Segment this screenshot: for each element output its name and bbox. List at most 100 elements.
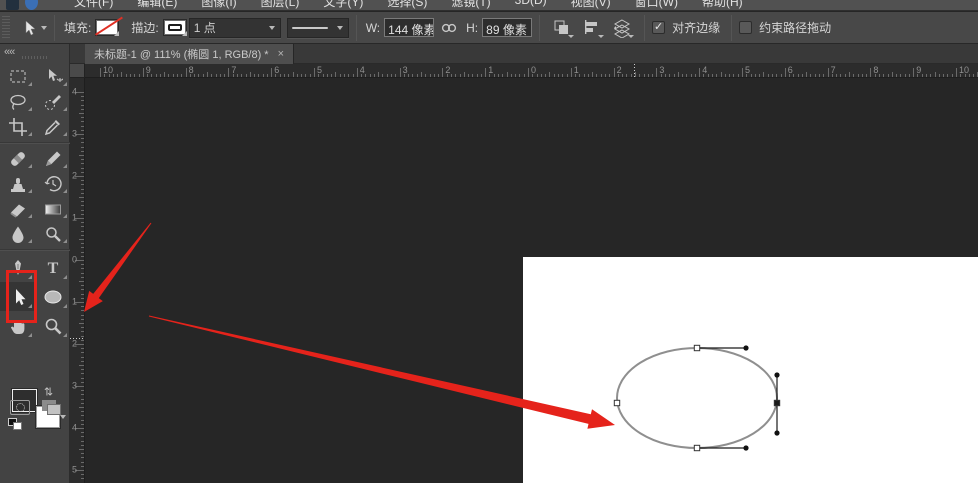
- move-tool[interactable]: [35, 64, 70, 89]
- eyedropper-tool[interactable]: [35, 114, 70, 139]
- ruler-origin-corner[interactable]: [70, 64, 85, 78]
- collapse-panel-button[interactable]: ««: [4, 46, 14, 58]
- quick-mask-button[interactable]: [10, 400, 30, 415]
- options-grip[interactable]: [2, 16, 10, 40]
- menu-编辑[interactable]: 编辑(E): [125, 0, 189, 11]
- height-field[interactable]: 89 像素: [482, 18, 532, 37]
- ruler-tick: [81, 415, 84, 416]
- ruler-tick: [567, 74, 568, 77]
- quick-selection-tool[interactable]: [35, 89, 70, 114]
- dodge-tool[interactable]: [35, 221, 70, 246]
- fill-swatch[interactable]: [95, 19, 119, 36]
- gradient-tool[interactable]: [35, 196, 70, 221]
- ruler-tick: [224, 74, 225, 77]
- align-edges-toggle[interactable]: ✓ 对齐边缘: [652, 19, 724, 36]
- ruler-tick: [280, 74, 281, 77]
- eyedropper-icon: [43, 117, 63, 137]
- width-field[interactable]: 144 像素: [384, 18, 434, 37]
- canvas-pasteboard[interactable]: [85, 78, 978, 483]
- zoom-icon: [43, 316, 63, 336]
- menu-文件[interactable]: 文件(F): [62, 0, 125, 11]
- brush-tool[interactable]: [35, 146, 70, 171]
- constrain-path-drag-toggle[interactable]: 约束路径拖动: [739, 19, 835, 36]
- ruler-tick: [541, 74, 542, 77]
- type-tool[interactable]: T: [35, 253, 70, 282]
- ruler-tick: [695, 74, 696, 77]
- bridge-icon[interactable]: [25, 0, 38, 10]
- path-alignment-button[interactable]: [579, 16, 605, 40]
- ruler-tick: [485, 68, 486, 77]
- ruler-label: 5: [317, 65, 322, 75]
- menu-选择[interactable]: 选择(S): [375, 0, 439, 11]
- ruler-tick: [669, 74, 670, 77]
- blur-tool[interactable]: [0, 221, 35, 246]
- ruler-tick: [464, 72, 465, 77]
- ruler-tick: [708, 74, 709, 77]
- ruler-tick: [81, 201, 84, 202]
- flyout-indicator: [63, 214, 67, 218]
- stroke-type-combo[interactable]: [287, 18, 349, 38]
- divider: [731, 15, 732, 41]
- ruler-tick: [81, 315, 84, 316]
- crop-tool[interactable]: [0, 114, 35, 139]
- ruler-tick: [344, 74, 345, 77]
- photoshop-window: 文件(F)编辑(E)图像(I)图层(L)文字(Y)选择(S)滤镜(T)3D(D)…: [0, 0, 978, 483]
- close-icon[interactable]: ×: [278, 48, 284, 60]
- history-brush-tool[interactable]: [35, 171, 70, 196]
- menu-窗口[interactable]: 窗口(W): [623, 0, 690, 11]
- stroke-width-combo[interactable]: 1 点: [189, 18, 281, 38]
- ruler-tick: [609, 74, 610, 77]
- menu-帮助[interactable]: 帮助(H): [690, 0, 755, 11]
- ruler-tick: [177, 74, 178, 77]
- ruler-tick: [947, 74, 948, 77]
- menu-文字[interactable]: 文字(Y): [311, 0, 375, 11]
- ruler-tick: [939, 74, 940, 77]
- screen-mode-button[interactable]: [42, 400, 64, 417]
- ellipse-tool[interactable]: [35, 282, 70, 311]
- ruler-tick: [507, 72, 508, 77]
- ruler-tick: [742, 68, 743, 77]
- tool-separator: [0, 246, 70, 253]
- clone-stamp-tool[interactable]: [0, 171, 35, 196]
- menu-视图[interactable]: 视图(V): [559, 0, 623, 11]
- ruler-tick: [815, 74, 816, 77]
- spot-healing-brush-tool[interactable]: [0, 146, 35, 171]
- link-dimensions-button[interactable]: [436, 16, 462, 40]
- ruler-tick: [263, 74, 264, 77]
- ruler-tick: [81, 432, 84, 433]
- ruler-tick: [528, 68, 529, 77]
- photoshop-app-icon[interactable]: [6, 0, 19, 10]
- tool-preset-picker[interactable]: [22, 20, 47, 36]
- rectangular-marquee-tool[interactable]: [0, 64, 35, 89]
- ruler-tick: [845, 74, 846, 77]
- document-tab[interactable]: 未标题-1 @ 111% (椭圆 1, RGB/8) * ×: [85, 44, 294, 64]
- eraser-tool[interactable]: [0, 196, 35, 221]
- ruler-label: 3: [72, 129, 77, 139]
- ruler-label: 6: [274, 65, 279, 75]
- ruler-tick: [81, 436, 84, 437]
- panel-grip[interactable]: [22, 56, 48, 59]
- flyout-indicator: [28, 239, 32, 243]
- ruler-tick: [515, 74, 516, 77]
- default-colors-button[interactable]: [8, 418, 22, 430]
- ruler-label: 5: [745, 65, 750, 75]
- flyout-indicator: [63, 333, 67, 337]
- lasso-tool[interactable]: [0, 89, 35, 114]
- ruler-tick: [250, 72, 251, 77]
- document-canvas[interactable]: [523, 257, 978, 483]
- ruler-tick: [81, 256, 84, 257]
- menu-图像[interactable]: 图像(I): [189, 0, 248, 11]
- swap-colors-icon[interactable]: ⇄: [42, 387, 55, 396]
- ruler-tick: [310, 74, 311, 77]
- ruler-tick: [81, 247, 84, 248]
- ruler-tick: [370, 74, 371, 77]
- path-operations-button[interactable]: [549, 16, 575, 40]
- menu-3D[interactable]: 3D(D): [503, 0, 559, 11]
- zoom-tool[interactable]: [35, 311, 70, 340]
- ruler-tick: [776, 74, 777, 77]
- menu-图层[interactable]: 图层(L): [249, 0, 312, 11]
- stroke-swatch[interactable]: [163, 19, 187, 36]
- path-arrangement-button[interactable]: [609, 16, 635, 40]
- menu-滤镜[interactable]: 滤镜(T): [439, 0, 502, 11]
- quickselect-icon: [43, 92, 63, 112]
